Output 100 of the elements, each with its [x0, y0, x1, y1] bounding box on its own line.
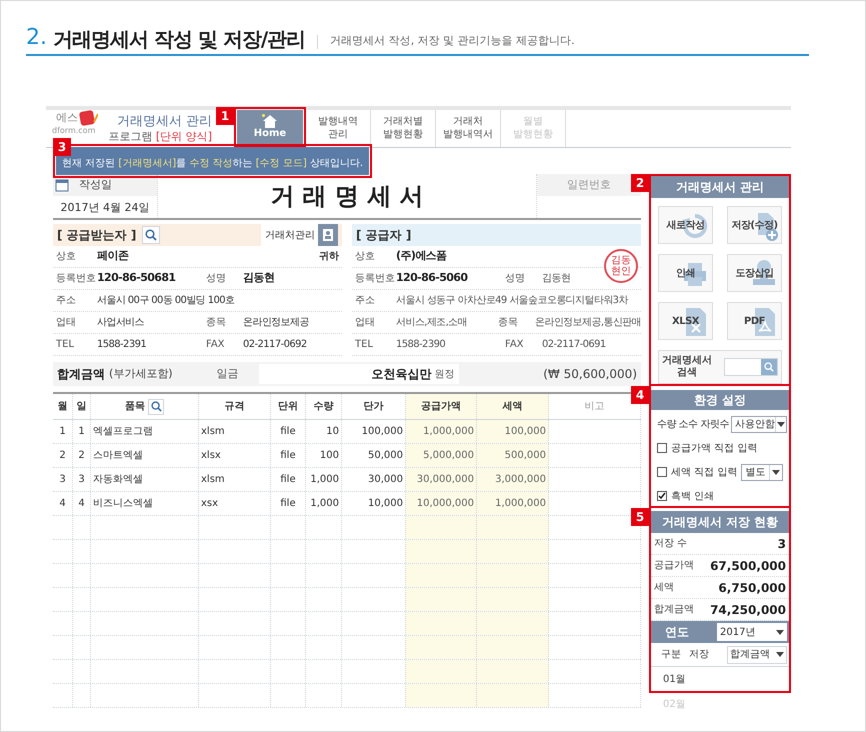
field-value: 온라인정보제공: [243, 316, 309, 330]
year-select[interactable]: 2017년: [717, 623, 787, 641]
search-icon: [150, 401, 162, 412]
serial-label: 일련번호: [567, 176, 611, 193]
search-field[interactable]: [724, 358, 778, 376]
field-label: 업태: [354, 316, 376, 330]
stat-value: 6,750,000: [718, 580, 786, 596]
option-label: 공급가액 직접 입력: [671, 442, 758, 456]
panel-title: 환경 설정: [651, 390, 789, 410]
column-header: 저장: [689, 648, 709, 662]
field-value: 서울시 00구 00동 00빌딩 100호: [97, 294, 234, 308]
tool-button[interactable]: XLSX: [658, 302, 713, 340]
client-manage-button[interactable]: 거래처관리: [261, 224, 338, 246]
table-cell: xsx: [199, 492, 271, 515]
checkmark-icon: [658, 492, 666, 500]
field-label: FAX: [504, 338, 525, 352]
total-label: 합계금액: [57, 366, 105, 383]
seal-stamp: 김동현인: [604, 249, 638, 283]
section-subtitle: 거래명세서 작성, 저장 및 관리기능을 제공합니다.: [330, 32, 575, 48]
tool-button[interactable]: 도장삽입: [727, 254, 782, 292]
field-value: 사업서비스: [97, 316, 144, 330]
field-label: 상호: [55, 250, 77, 264]
checkbox[interactable]: [657, 467, 667, 477]
field-label: FAX: [205, 338, 226, 352]
field-value: 김동현: [243, 270, 274, 286]
amount-words-field: 오천육십만 원정: [258, 364, 459, 384]
callout-number: 1: [216, 107, 234, 125]
honorific-text: 귀하: [319, 250, 340, 264]
table-cell: 30,000,000: [406, 468, 477, 491]
stat-value: 3: [778, 536, 786, 552]
option-label: 수량 소수 자릿수: [657, 418, 729, 432]
program-title: 거래명세서 관리: [116, 114, 212, 130]
table-cell: 비즈니스엑셀: [91, 492, 199, 515]
option-label: 흑백 인쇄: [671, 490, 714, 504]
table-cell: 100,000: [477, 420, 549, 443]
field-value: 온라인정보제공,통신판매: [535, 316, 641, 330]
calendar-icon: [55, 178, 69, 192]
nav-tab[interactable]: 거래처별 발행현황: [371, 110, 436, 147]
table-cell: 10,000,000: [406, 492, 477, 515]
field-label: TEL: [55, 338, 75, 352]
field-value: 1588-2391: [97, 338, 146, 352]
search-icon: [145, 229, 158, 241]
select-field[interactable]: 사용안함: [730, 416, 787, 432]
date-label: 작성일: [79, 176, 112, 193]
table-cell: 3,000,000: [477, 468, 549, 491]
column-header: 세액: [477, 394, 549, 419]
field-value: 120-86-50681: [97, 270, 176, 286]
month-label: 01월: [663, 672, 686, 686]
program-subtitle: 프로그램 [단위 양식]: [108, 130, 212, 144]
tool-button[interactable]: 새로작성: [658, 206, 713, 244]
checkbox[interactable]: [657, 491, 667, 501]
tool-button[interactable]: 인쇄: [658, 254, 713, 292]
field-label: 종목: [205, 316, 227, 330]
field-label: 업태: [55, 316, 77, 330]
amount-prefix: 일금: [216, 366, 239, 382]
checkbox[interactable]: [657, 443, 667, 453]
stat-label: 저장 수: [654, 537, 688, 551]
field-label: 등록번호: [55, 272, 97, 286]
year-label: 연도: [665, 624, 689, 641]
search-label: 거래명세서 검색: [662, 354, 712, 380]
panel-title: 거래명세서 관리: [651, 176, 789, 198]
dropdown-caret-icon: [772, 470, 780, 474]
search-button[interactable]: [148, 398, 164, 414]
callout-number: 3: [53, 138, 71, 156]
total-amount: (₩ 50,600,000): [543, 366, 637, 383]
stat-label: 공급가액: [654, 559, 694, 573]
column-header: 공급가액: [406, 394, 477, 419]
tool-button[interactable]: PDF: [727, 302, 782, 340]
callout-number: 5: [631, 508, 649, 526]
field-value: 02-2117-0692: [243, 338, 307, 352]
table-cell: 스마트엑셀: [91, 444, 199, 467]
measure-select[interactable]: 합계금액: [727, 646, 787, 664]
field-value: 02-2117-0691: [542, 338, 606, 352]
date-value: 2017년 4월 24일: [60, 200, 150, 216]
section-number: 2.: [26, 27, 47, 49]
field-label: 성명: [504, 272, 526, 286]
field-label: 주소: [55, 294, 77, 308]
dropdown-caret-icon: [776, 652, 784, 657]
field-label: 성명: [205, 272, 227, 286]
total-note: (부가세포함): [109, 366, 173, 382]
field-value: 1588-2390: [396, 338, 446, 352]
party-title: [ 공급받는자 ]: [57, 227, 136, 244]
table-cell: 엑셀프로그램: [91, 420, 199, 443]
search-button[interactable]: [142, 226, 160, 244]
stat-value: 74,250,000: [710, 602, 786, 618]
search-icon: [764, 362, 774, 372]
field-value: 서비스,제조,소매: [396, 316, 467, 330]
table-cell: xlsm: [199, 468, 271, 491]
stat-label: 세액: [654, 581, 674, 595]
tool-button[interactable]: 저장(수정): [727, 206, 782, 244]
field-label: TEL: [354, 338, 374, 352]
dropdown-caret-icon: [776, 630, 784, 634]
table-cell: xlsx: [199, 444, 271, 467]
nav-tab[interactable]: 거래처 발행내역서: [436, 110, 501, 147]
table-cell: 1,000,000: [477, 492, 549, 515]
field-label: 주소: [354, 294, 376, 308]
home-icon: [262, 114, 278, 128]
stat-label: 합계금액: [654, 603, 694, 617]
field-value: 김동현: [542, 272, 570, 286]
select-field[interactable]: 별도: [741, 464, 783, 480]
